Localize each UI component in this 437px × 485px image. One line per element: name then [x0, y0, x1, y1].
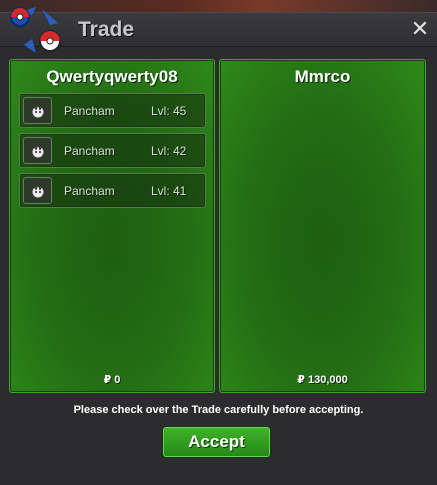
trade-item[interactable]: Pancham Lvl: 41 — [19, 173, 206, 208]
window-title: Trade — [78, 18, 135, 41]
item-level: Lvl: 42 — [151, 144, 187, 158]
player-name-right: Mmrco — [294, 67, 351, 86]
trade-notice: Please check over the Trade carefully be… — [73, 404, 364, 416]
item-level: Lvl: 45 — [151, 104, 187, 118]
item-name: Pancham — [64, 144, 115, 158]
close-button[interactable]: ✕ — [409, 17, 431, 41]
trade-item[interactable]: Pancham Lvl: 45 — [19, 93, 206, 128]
trade-logo-icon — [10, 7, 61, 53]
money-left: ₽ 0 — [103, 374, 121, 386]
accept-button[interactable]: Accept — [163, 427, 270, 457]
trade-item[interactable]: Pancham Lvl: 42 — [19, 133, 206, 168]
item-name: Pancham — [64, 184, 115, 198]
trade-window: Trade ✕ Qwertyqwerty08 Pancham Lvl: 45 P… — [0, 7, 437, 485]
money-right: ₽ 130,000 — [297, 374, 348, 386]
pancham-icon — [23, 97, 52, 124]
pancham-icon — [23, 137, 52, 164]
trade-panel-left: Qwertyqwerty08 Pancham Lvl: 45 Pancham L… — [9, 59, 215, 393]
item-level: Lvl: 41 — [151, 184, 187, 198]
item-name: Pancham — [64, 104, 115, 118]
trade-panel-right: Mmrco ₽ 130,000 — [219, 59, 426, 393]
pancham-icon — [23, 177, 52, 204]
player-name-left: Qwertyqwerty08 — [46, 67, 178, 86]
